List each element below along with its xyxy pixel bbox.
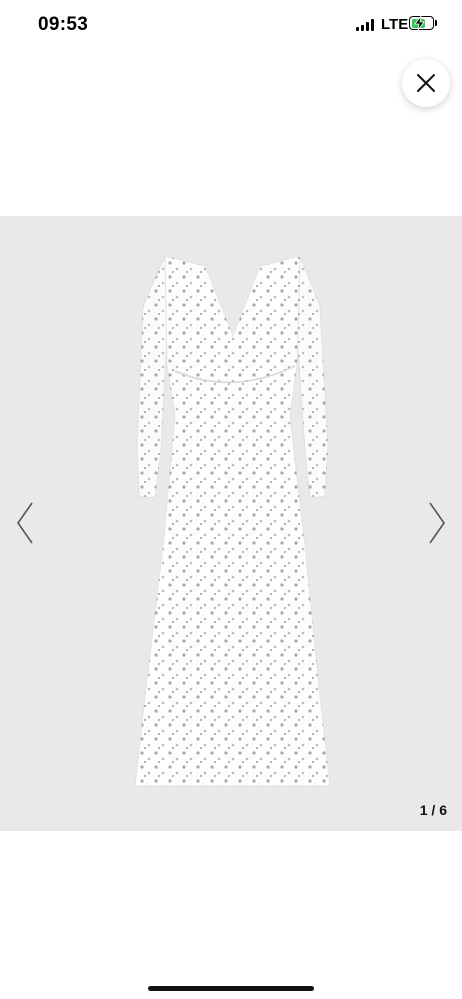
chevron-left-icon[interactable] bbox=[14, 501, 36, 545]
close-button[interactable] bbox=[402, 59, 450, 107]
status-bar: 09:53 LTE bbox=[0, 0, 462, 50]
cellular-signal-icon bbox=[356, 19, 376, 31]
network-type: LTE bbox=[381, 16, 409, 33]
battery-tip bbox=[435, 20, 437, 26]
status-time: 09:53 bbox=[38, 14, 89, 35]
product-image-gallery[interactable]: 1 / 6 bbox=[0, 216, 462, 831]
close-icon bbox=[417, 74, 435, 92]
chevron-right-icon[interactable] bbox=[426, 501, 448, 545]
home-indicator[interactable] bbox=[148, 986, 314, 991]
image-counter: 1 / 6 bbox=[419, 802, 447, 818]
charging-bolt-icon bbox=[414, 16, 425, 30]
product-image bbox=[134, 255, 331, 787]
